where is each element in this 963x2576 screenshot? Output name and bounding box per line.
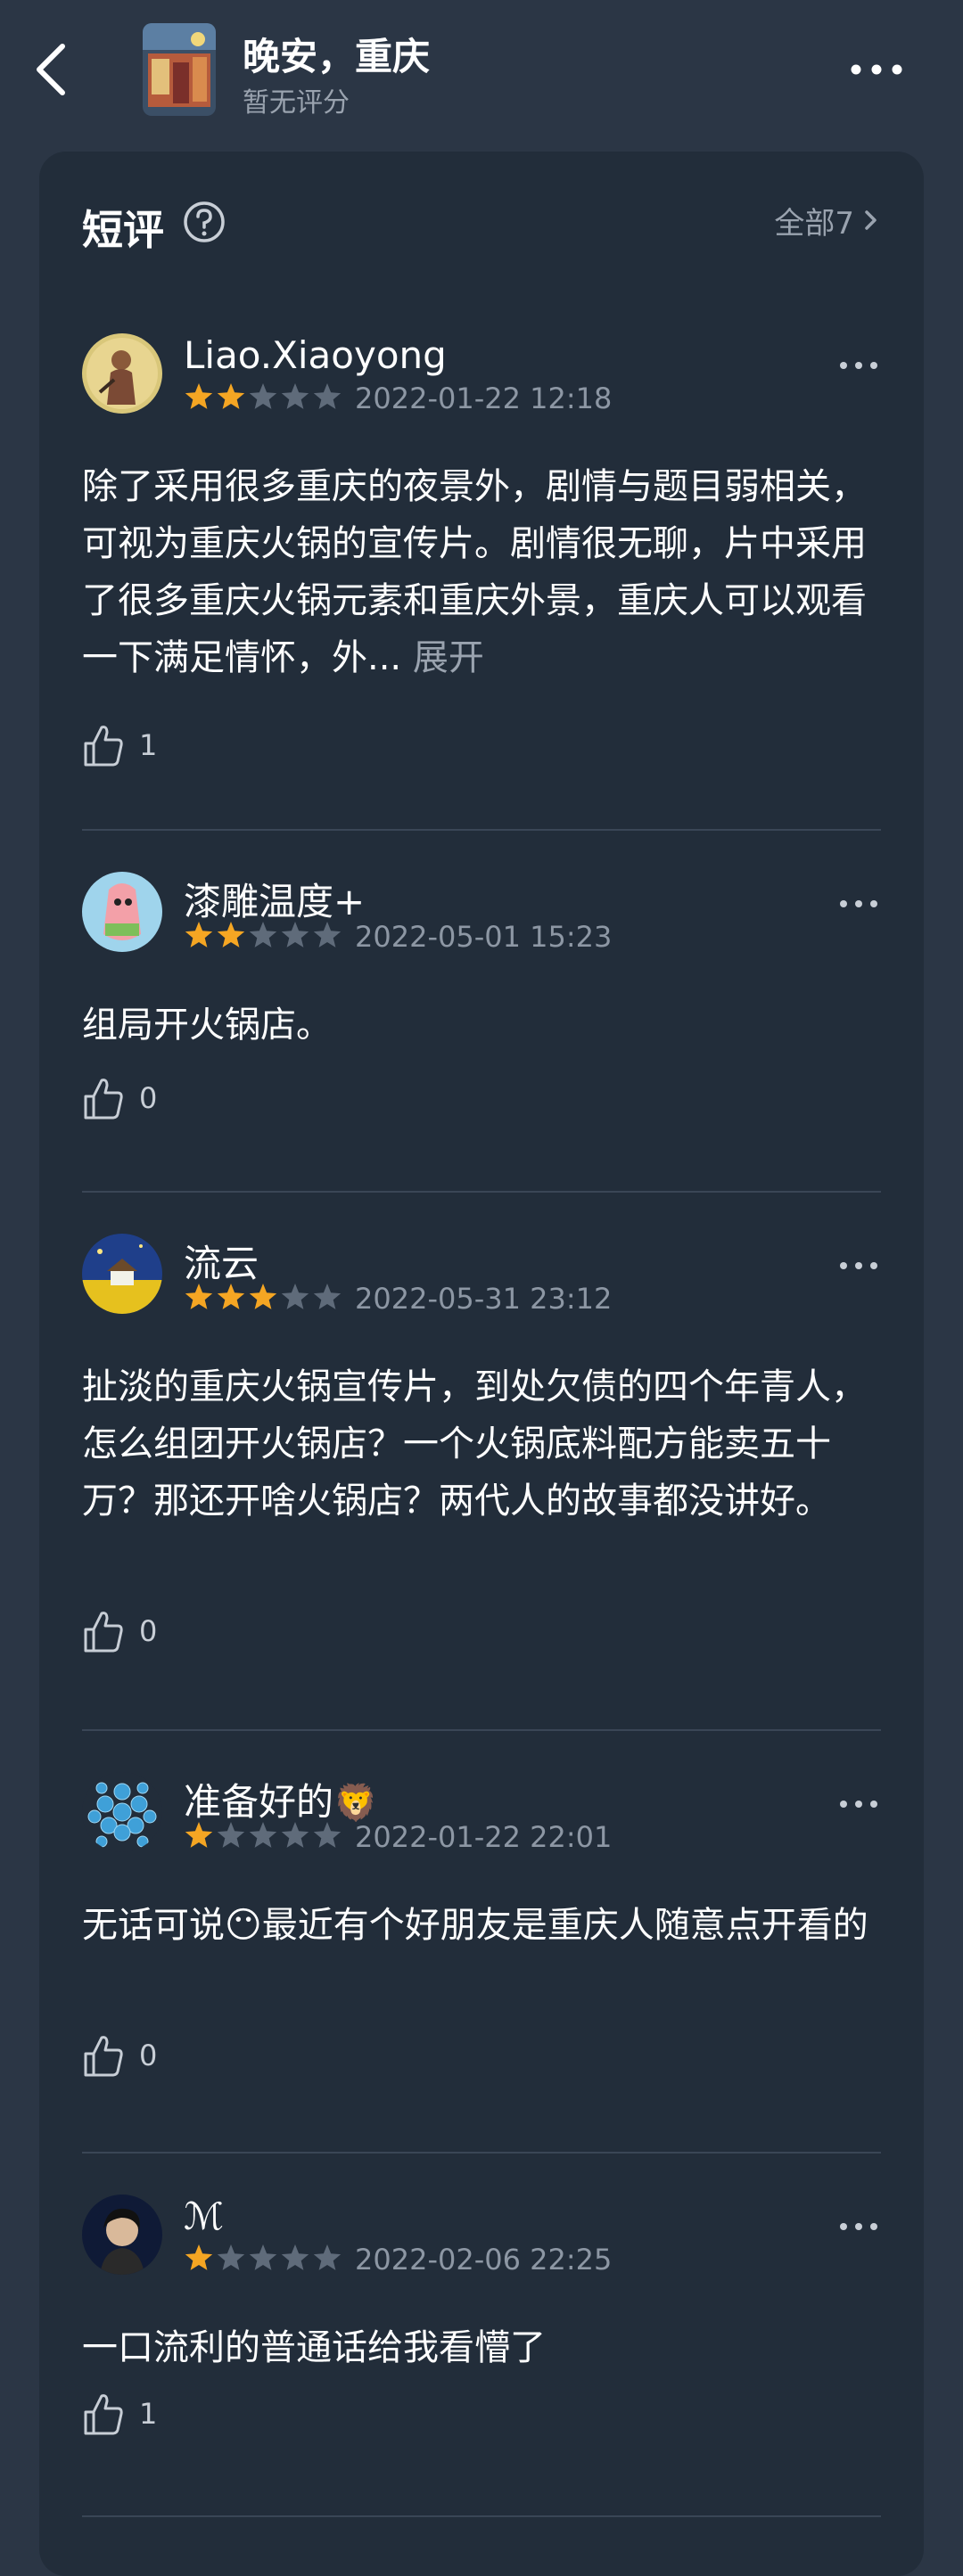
star-empty-icon bbox=[249, 2244, 277, 2270]
like-button[interactable]: 0 bbox=[82, 1073, 157, 1123]
username[interactable]: 漆雕温度+ bbox=[184, 872, 365, 926]
star-empty-icon bbox=[281, 1284, 309, 1309]
star-empty-icon bbox=[281, 383, 309, 409]
star-rating bbox=[185, 1284, 342, 1309]
view-all-label: 全部7 bbox=[774, 205, 854, 242]
star-filled-icon bbox=[185, 2244, 213, 2270]
like-count: 0 bbox=[139, 2039, 158, 2072]
star-empty-icon bbox=[281, 922, 309, 948]
avatar[interactable] bbox=[82, 333, 162, 414]
star-empty-icon bbox=[313, 922, 342, 948]
username[interactable]: ℳ bbox=[184, 2195, 224, 2238]
review-date: 2022-05-31 23:12 bbox=[355, 1282, 613, 1316]
star-empty-icon bbox=[249, 922, 277, 948]
review-text-part: 无话可说 bbox=[82, 1905, 225, 1946]
star-filled-icon bbox=[185, 1822, 213, 1848]
like-count: 0 bbox=[139, 1614, 158, 1648]
star-filled-icon bbox=[217, 922, 245, 948]
like-button[interactable]: 0 bbox=[82, 2030, 157, 2080]
movie-poster[interactable] bbox=[143, 23, 216, 116]
rating-status: 暂无评分 bbox=[243, 87, 350, 119]
like-button[interactable]: 1 bbox=[82, 720, 157, 770]
divider bbox=[82, 1729, 881, 1731]
more-dots-icon[interactable] bbox=[836, 1793, 881, 1815]
star-empty-icon bbox=[313, 1284, 342, 1309]
review-date: 2022-05-01 15:23 bbox=[355, 920, 613, 954]
view-all-link[interactable]: 全部7 bbox=[774, 200, 881, 242]
more-dots-icon[interactable] bbox=[836, 355, 881, 376]
top-bar: 晚安，重庆 暂无评分 bbox=[0, 0, 963, 143]
like-count: 1 bbox=[139, 2397, 158, 2431]
star-filled-icon bbox=[185, 922, 213, 948]
thumbs-up-icon bbox=[84, 726, 123, 767]
star-empty-icon bbox=[313, 1822, 342, 1848]
avatar[interactable] bbox=[82, 1234, 162, 1314]
star-rating bbox=[185, 2244, 342, 2270]
star-filled-icon bbox=[217, 1284, 245, 1309]
thumbs-up-icon bbox=[84, 2036, 123, 2077]
thumbs-up-icon bbox=[84, 1079, 123, 1120]
review-text: 无话可说😶最近有个好朋友是重庆人随意点开看的 bbox=[82, 1897, 881, 1954]
like-button[interactable]: 1 bbox=[82, 2389, 157, 2439]
avatar[interactable] bbox=[82, 872, 162, 952]
username[interactable]: 流云 bbox=[184, 1234, 259, 1288]
review-date: 2022-02-06 22:25 bbox=[355, 2243, 613, 2277]
like-count: 1 bbox=[139, 728, 158, 762]
chevron-right-icon bbox=[865, 210, 877, 230]
star-rating bbox=[185, 1822, 342, 1848]
more-dots-icon[interactable] bbox=[836, 893, 881, 915]
help-icon[interactable] bbox=[182, 200, 226, 244]
back-arrow-icon bbox=[37, 44, 65, 95]
divider bbox=[82, 1191, 881, 1193]
star-empty-icon bbox=[217, 2244, 245, 2270]
expand-link[interactable]: 展开 bbox=[413, 637, 484, 678]
more-menu-button[interactable] bbox=[847, 52, 906, 87]
star-filled-icon bbox=[217, 383, 245, 409]
back-button[interactable] bbox=[27, 34, 80, 105]
section-title: 短评 bbox=[82, 206, 164, 254]
more-dots-icon[interactable] bbox=[836, 1255, 881, 1276]
divider bbox=[82, 2515, 881, 2517]
star-filled-icon bbox=[185, 383, 213, 409]
review-date: 2022-01-22 12:18 bbox=[355, 381, 613, 415]
star-empty-icon bbox=[249, 383, 277, 409]
short-reviews-card: 短评 全部7 Liao.Xiaoyong 2022-01-22 12:18 除了… bbox=[39, 152, 924, 2576]
review-date: 2022-01-22 22:01 bbox=[355, 1820, 613, 1854]
star-empty-icon bbox=[249, 1822, 277, 1848]
lion-emoji: 🦁 bbox=[333, 1783, 378, 1824]
username[interactable]: 准备好的🦁 bbox=[184, 1772, 378, 1826]
review-text: 扯淡的重庆火锅宣传片，到处欠债的四个年青人，怎么组团开火锅店？一个火锅底料配方能… bbox=[82, 1366, 867, 1522]
divider bbox=[82, 2152, 881, 2154]
star-empty-icon bbox=[313, 383, 342, 409]
star-empty-icon bbox=[281, 2244, 309, 2270]
review-text-part: 最近有个好朋友是重庆人随意点开看的 bbox=[261, 1905, 868, 1946]
movie-title: 晚安，重庆 bbox=[243, 35, 431, 78]
more-dots-icon[interactable] bbox=[836, 2216, 881, 2237]
like-button[interactable]: 0 bbox=[82, 1606, 157, 1656]
star-filled-icon bbox=[185, 1284, 213, 1309]
avatar[interactable] bbox=[82, 1772, 162, 1852]
thumbs-up-icon bbox=[84, 1612, 123, 1653]
star-empty-icon bbox=[217, 1822, 245, 1848]
review-text: 组局开火锅店。 bbox=[82, 1005, 332, 1046]
username-text: 准备好的 bbox=[184, 1780, 334, 1824]
like-count: 0 bbox=[139, 1081, 158, 1115]
star-empty-icon bbox=[281, 1822, 309, 1848]
avatar[interactable] bbox=[82, 2195, 162, 2275]
review-text: 除了采用很多重庆的夜景外，剧情与题目弱相关，可视为重庆火锅的宣传片。剧情很无聊，… bbox=[82, 458, 881, 686]
more-dots-icon bbox=[851, 64, 902, 75]
divider bbox=[82, 829, 881, 831]
thumbs-up-icon bbox=[84, 2394, 123, 2435]
star-rating bbox=[185, 383, 342, 409]
star-empty-icon bbox=[313, 2244, 342, 2270]
star-rating bbox=[185, 922, 342, 948]
username[interactable]: Liao.Xiaoyong bbox=[184, 333, 447, 377]
star-filled-icon bbox=[249, 1284, 277, 1309]
review-text: 一口流利的普通话给我看懵了 bbox=[82, 2327, 546, 2368]
speechless-emoji: 😶 bbox=[225, 1905, 262, 1946]
